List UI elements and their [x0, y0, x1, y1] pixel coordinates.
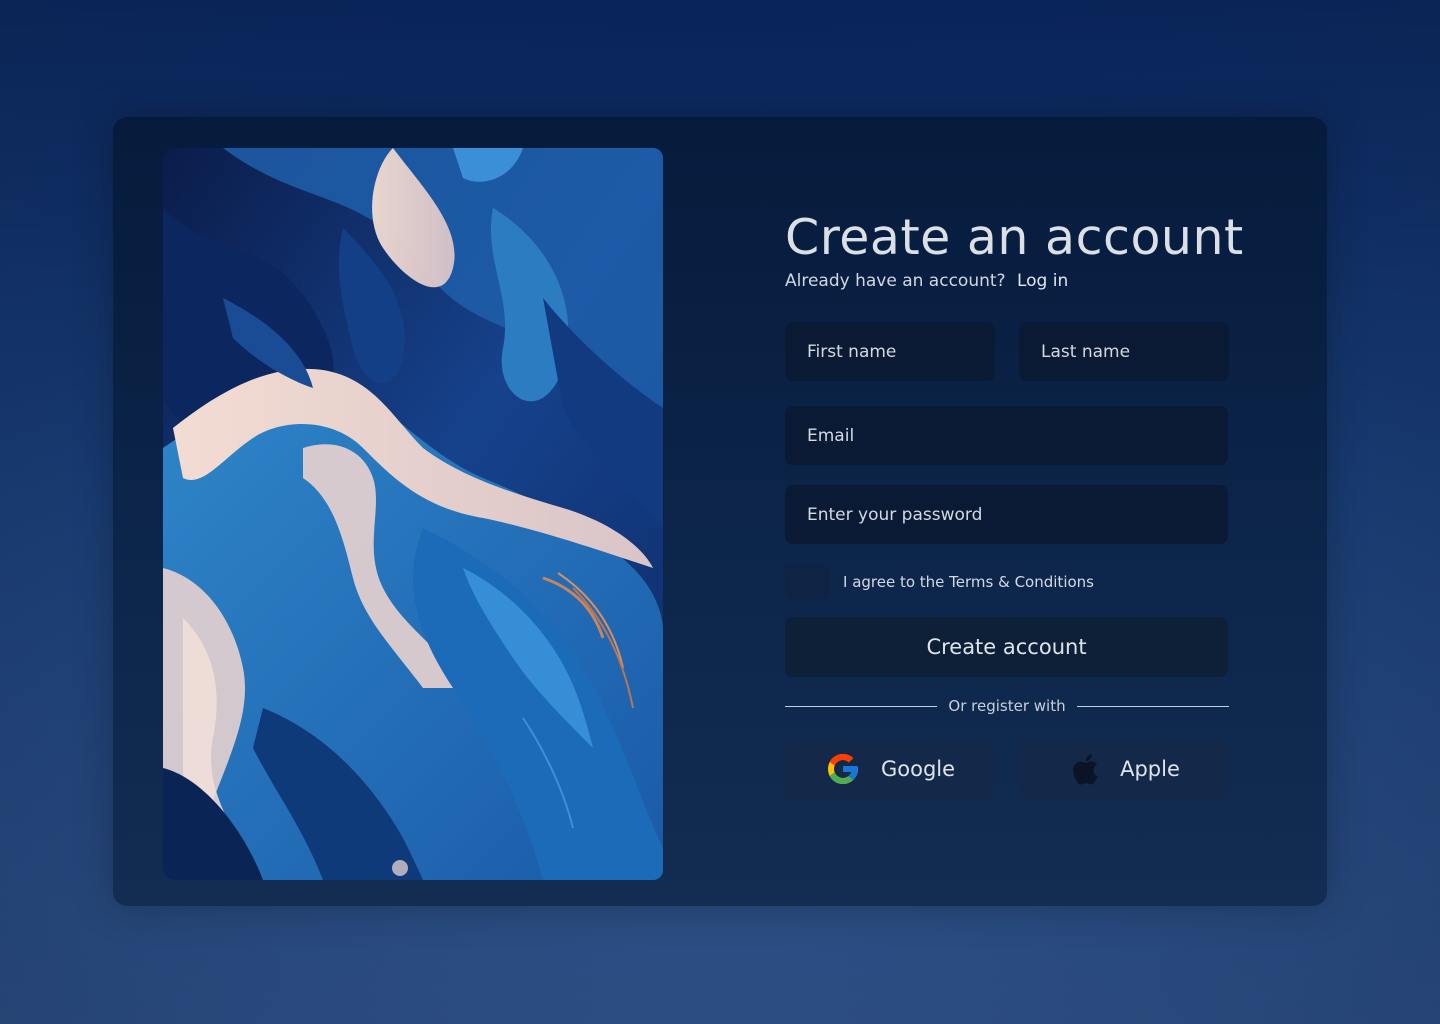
apple-signup-button[interactable]: Apple — [1019, 739, 1229, 799]
password-input[interactable] — [807, 504, 1206, 525]
apple-icon — [1068, 751, 1100, 787]
divider-line-right — [1076, 705, 1229, 707]
terms-row: I agree to the Terms & Conditions — [785, 564, 1094, 599]
page-title: Create an account — [785, 209, 1244, 266]
first-name-input[interactable] — [807, 341, 973, 362]
first-name-field[interactable] — [785, 322, 995, 381]
google-signup-button[interactable]: Google — [785, 739, 995, 799]
divider-line-left — [785, 705, 938, 707]
or-register-divider: Or register with — [785, 695, 1229, 717]
last-name-field[interactable] — [1019, 322, 1229, 381]
divider-label: Or register with — [948, 697, 1066, 715]
login-prompt: Already have an account? Log in — [785, 271, 1068, 291]
email-field[interactable] — [785, 406, 1228, 465]
login-prompt-text: Already have an account? — [785, 271, 1006, 291]
google-label: Google — [880, 757, 956, 781]
signup-card: Create an account Already have an accoun… — [113, 117, 1327, 906]
abstract-art-image — [163, 148, 663, 880]
create-account-button[interactable]: Create account — [785, 617, 1228, 677]
email-input[interactable] — [807, 425, 1206, 446]
login-link[interactable]: Log in — [1017, 271, 1068, 291]
password-field[interactable] — [785, 485, 1228, 544]
last-name-input[interactable] — [1041, 341, 1207, 362]
google-icon — [825, 751, 861, 787]
terms-label: I agree to the Terms & Conditions — [843, 572, 1094, 591]
apple-label: Apple — [1120, 757, 1180, 781]
terms-checkbox[interactable] — [785, 564, 830, 599]
